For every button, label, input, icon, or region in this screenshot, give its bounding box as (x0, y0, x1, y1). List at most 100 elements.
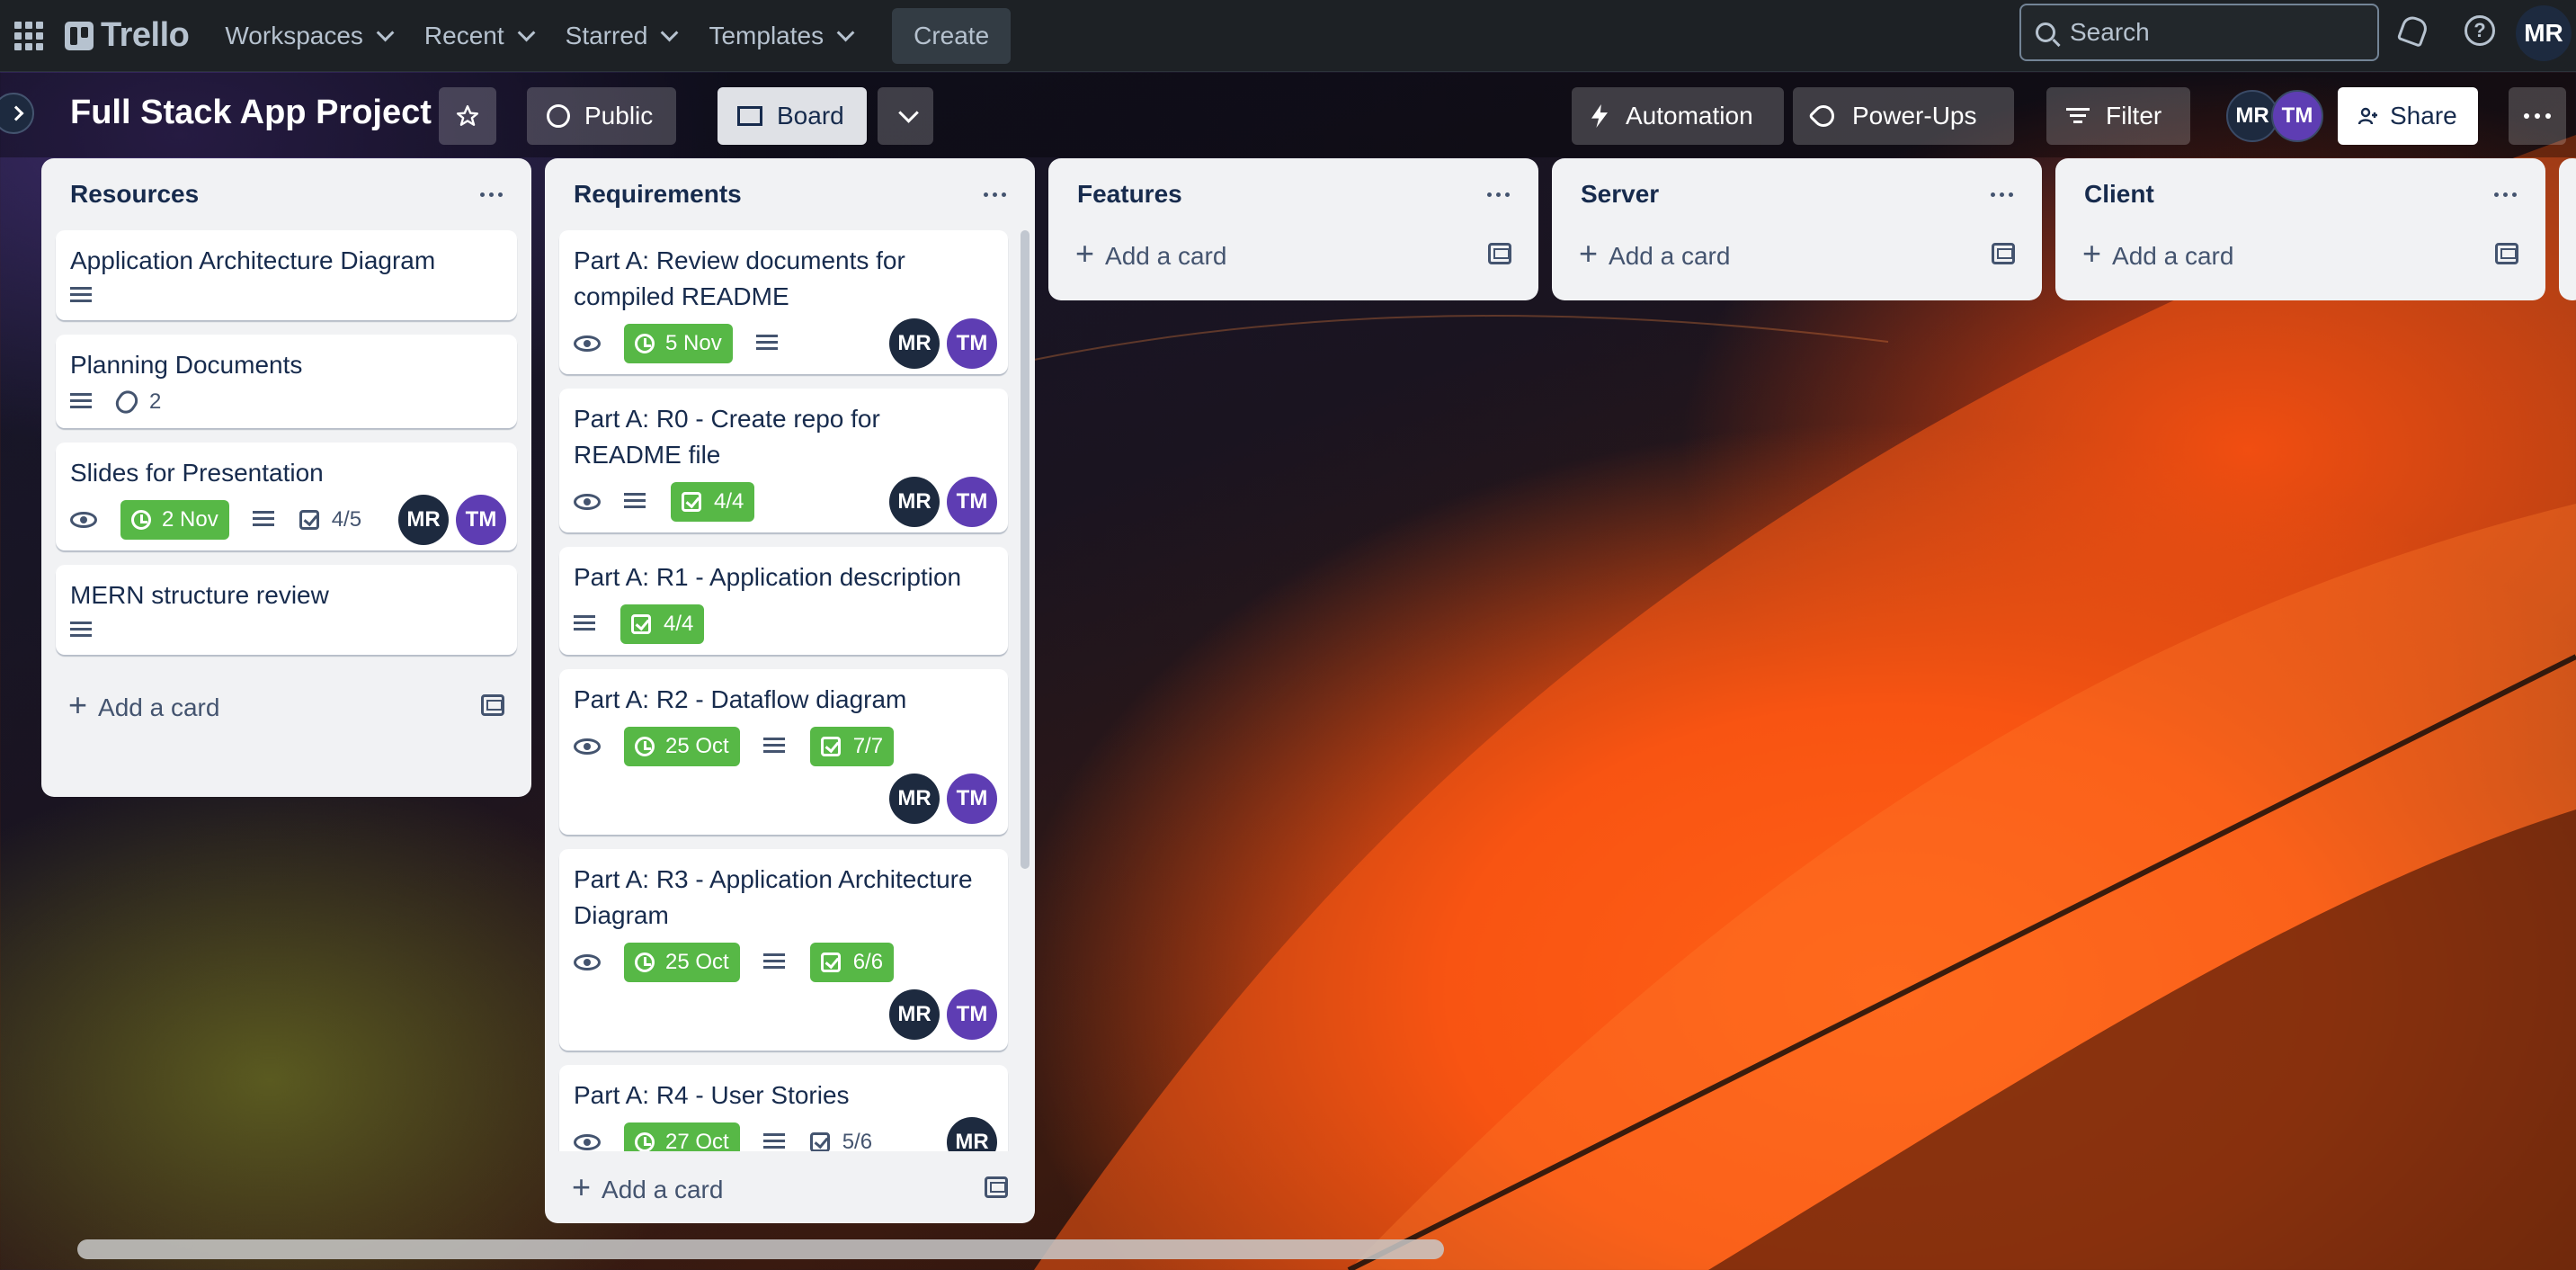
rocket-icon (1808, 101, 1839, 131)
list-card[interactable]: Part A: R4 - User Stories 27 Oct 5/6 MR (559, 1065, 1008, 1151)
list-title[interactable]: Requirements (574, 180, 742, 209)
member-avatar[interactable]: TM (947, 989, 997, 1040)
list-actions-icon[interactable] (1487, 192, 1510, 197)
views-dropdown-button[interactable] (878, 87, 933, 145)
checklist-count: 5/6 (842, 1130, 873, 1151)
card-members: MR (947, 1117, 997, 1151)
create-button[interactable]: Create (892, 7, 1012, 64)
due-date: 2 Nov (162, 507, 218, 532)
list-card[interactable]: Slides for Presentation 2 Nov 4/5 MR TM (56, 443, 517, 550)
list-card[interactable]: Planning Documents 2 (56, 335, 517, 428)
notifications-button[interactable] (2395, 13, 2431, 49)
member-avatar[interactable]: MR (889, 477, 940, 527)
templates-menu[interactable]: Templates (691, 8, 867, 64)
member-avatar[interactable]: MR (947, 1117, 997, 1151)
list-actions-icon[interactable] (2494, 192, 2517, 197)
share-button[interactable]: Share (2338, 87, 2478, 145)
list-actions-icon[interactable] (984, 192, 1006, 197)
star-board-button[interactable] (439, 87, 496, 145)
starred-menu[interactable]: Starred (548, 8, 691, 64)
list-features: Features + Add a card (1048, 158, 1538, 300)
app-switcher-icon[interactable] (13, 20, 45, 52)
board-view-button[interactable]: Board (718, 87, 867, 145)
board-member-avatar[interactable]: TM (2271, 90, 2323, 142)
list-actions-icon[interactable] (1991, 192, 2013, 197)
board-horizontal-scrollbar[interactable] (77, 1239, 1444, 1259)
card-members: MR TM (889, 318, 997, 369)
list-header: Server (1552, 158, 2042, 230)
checklist-count: 4/5 (331, 507, 362, 532)
card-template-icon[interactable] (1488, 243, 1511, 264)
automation-button[interactable]: Automation (1572, 87, 1784, 145)
visibility-button[interactable]: Public (527, 87, 676, 145)
list-card[interactable]: Part A: R3 - Application Architecture Di… (559, 849, 1008, 1051)
card-template-icon[interactable] (1992, 243, 2015, 264)
due-date-badge[interactable]: 27 Oct (624, 1122, 740, 1151)
filter-icon (2066, 108, 2090, 124)
trello-logo[interactable]: Trello (65, 16, 190, 55)
recent-menu[interactable]: Recent (406, 8, 548, 64)
list-actions-icon[interactable] (480, 192, 503, 197)
member-avatar[interactable]: TM (456, 495, 506, 545)
member-avatar[interactable]: MR (889, 989, 940, 1040)
add-person-icon (2358, 107, 2377, 125)
description-icon (70, 287, 94, 305)
add-card-button[interactable]: + Add a card (2055, 225, 2545, 282)
watch-eye-icon (574, 1134, 601, 1150)
member-avatar[interactable]: MR (398, 495, 449, 545)
list-title[interactable]: Server (1581, 180, 1659, 209)
checklist-badge: 6/6 (809, 943, 895, 982)
description-icon (762, 738, 787, 756)
list-scrollbar[interactable] (1021, 230, 1030, 869)
account-avatar[interactable]: MR (2516, 5, 2572, 61)
list-card[interactable]: Application Architecture Diagram (56, 230, 517, 320)
list-card[interactable]: Part A: R2 - Dataflow diagram 25 Oct 7/7… (559, 669, 1008, 835)
add-card-button[interactable]: + Add a card (1048, 225, 1538, 282)
cards-scroll-area[interactable]: Part A: Review documents for compiled RE… (545, 230, 1035, 1151)
plus-icon: + (1579, 235, 1599, 272)
add-card-button[interactable]: + Add a card (1552, 225, 2042, 282)
due-date-badge[interactable]: 2 Nov (120, 500, 229, 540)
description-icon (70, 393, 94, 411)
lightning-icon (1591, 104, 1608, 128)
add-card-button[interactable]: + Add a card (545, 1151, 1035, 1223)
list-title[interactable]: Features (1077, 180, 1182, 209)
list-card[interactable]: Part A: R1 - Application description 4/4 (559, 547, 1008, 655)
member-avatar[interactable]: MR (889, 318, 940, 369)
member-avatar[interactable]: TM (947, 477, 997, 527)
search-input[interactable]: Search (2019, 4, 2379, 61)
checklist-icon (299, 510, 319, 530)
filter-button[interactable]: Filter (2046, 87, 2190, 145)
watch-eye-icon (574, 335, 601, 352)
due-date-badge[interactable]: 5 Nov (624, 324, 733, 363)
card-template-icon[interactable] (985, 1176, 1008, 1198)
due-date-badge[interactable]: 25 Oct (624, 943, 740, 982)
list-title[interactable]: Client (2084, 180, 2154, 209)
due-date-badge[interactable]: 25 Oct (624, 727, 740, 766)
due-date: 5 Nov (665, 331, 722, 355)
power-ups-button[interactable]: Power-Ups (1793, 87, 2014, 145)
member-avatar[interactable]: TM (947, 318, 997, 369)
card-template-icon[interactable] (481, 694, 504, 716)
card-title: Planning Documents (70, 351, 303, 379)
workspaces-menu[interactable]: Workspaces (207, 8, 406, 64)
checklist-count: 6/6 (852, 950, 884, 974)
board-title[interactable]: Full Stack App Project (70, 94, 432, 132)
board-menu-button[interactable] (2509, 87, 2566, 145)
list-card[interactable]: Part A: Review documents for compiled RE… (559, 230, 1008, 374)
add-card-button[interactable]: + Add a card (41, 669, 531, 741)
power-ups-label: Power-Ups (1852, 102, 1977, 130)
clock-icon (635, 737, 655, 756)
help-button[interactable]: ? (2462, 13, 2498, 49)
checklist-badge: 4/4 (620, 604, 705, 644)
card-template-icon[interactable] (2495, 243, 2518, 264)
brand-name: Trello (101, 16, 190, 54)
card-members: MR TM (889, 989, 997, 1040)
list-title[interactable]: Resources (70, 180, 199, 209)
list-card[interactable]: Part A: R0 - Create repo for README file… (559, 389, 1008, 532)
board-view-icon (737, 106, 762, 126)
member-avatar[interactable]: MR (889, 774, 940, 824)
add-list-column[interactable] (2559, 158, 2576, 300)
member-avatar[interactable]: TM (947, 774, 997, 824)
list-card[interactable]: MERN structure review (56, 565, 517, 655)
